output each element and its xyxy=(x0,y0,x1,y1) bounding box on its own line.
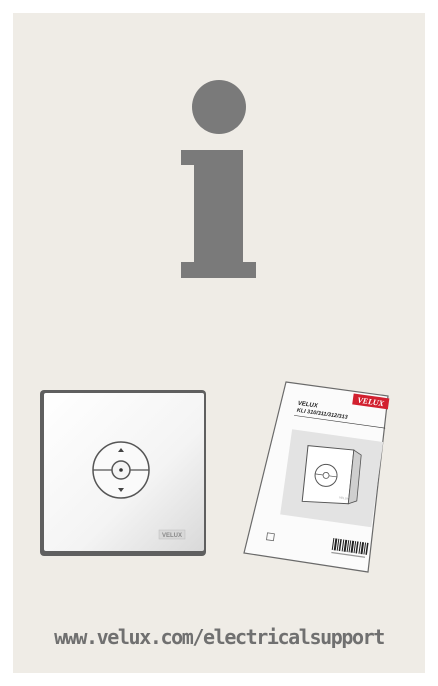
manual-booklet-illustration: VELUX VELUX KLI 310/311/312/313 VELUX xyxy=(243,381,390,573)
switch-brand-label: VELUX xyxy=(162,533,182,539)
booklet-switch-center xyxy=(322,472,330,479)
dot-icon xyxy=(119,468,123,472)
information-i-icon xyxy=(181,80,256,278)
info-stem xyxy=(181,150,256,278)
info-dot xyxy=(192,80,246,134)
wall-switch-illustration: VELUX xyxy=(40,390,206,556)
support-url-text: www.velux.com/electricalsupport xyxy=(54,625,385,649)
